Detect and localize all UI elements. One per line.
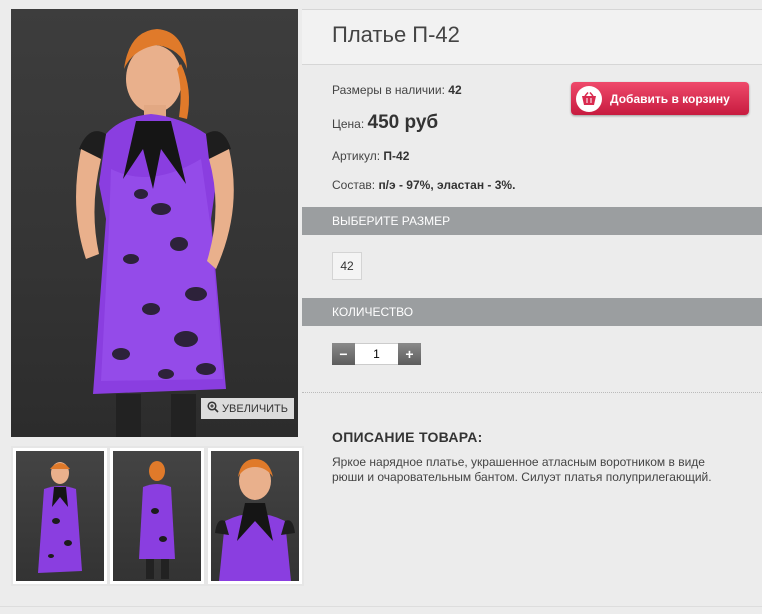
quantity-section-header: КОЛИЧЕСТВО [302, 298, 762, 326]
sizes-in-stock: Размеры в наличии: 42 [332, 83, 462, 97]
quantity-plus-button[interactable]: + [398, 343, 421, 365]
size-section-header: ВЫБЕРИТЕ РАЗМЕР [302, 207, 762, 235]
sizes-value: 42 [448, 83, 462, 97]
description-text: Яркое нарядное платье, украшенное атласн… [332, 455, 712, 484]
main-product-photo[interactable]: УВЕЛИЧИТЬ [11, 9, 298, 437]
add-to-cart-button[interactable]: Добавить в корзину [571, 82, 749, 115]
quantity-input[interactable] [355, 343, 398, 365]
thumbnail-2[interactable] [108, 446, 206, 586]
zoom-button[interactable]: УВЕЛИЧИТЬ [201, 398, 294, 419]
sizes-label: Размеры в наличии: [332, 83, 445, 97]
page-title: Платье П-42 [332, 22, 460, 47]
composition-row: Состав: п/э - 97%, эластан - 3%. [332, 178, 515, 192]
zoom-label: УВЕЛИЧИТЬ [222, 402, 288, 415]
quantity-stepper: − + [332, 343, 421, 365]
price-value: 450 руб [367, 112, 439, 133]
composition-label: Состав: [332, 178, 376, 192]
product-info-panel: Платье П-42 Размеры в наличии: 42 Цена: … [302, 9, 762, 484]
price-label: Цена: [332, 117, 365, 131]
thumbnail-1[interactable] [11, 446, 109, 586]
dress-photo-illustration [76, 29, 234, 437]
size-option-42[interactable]: 42 [332, 252, 362, 280]
basket-icon [576, 85, 602, 112]
add-to-cart-label: Добавить в корзину [610, 91, 730, 106]
price-row: Цена: 450 руб [332, 112, 438, 134]
magnifier-plus-icon [207, 401, 219, 416]
thumbnail-3[interactable] [206, 446, 304, 586]
quantity-minus-button[interactable]: − [332, 343, 355, 365]
footer-divider [0, 606, 762, 607]
description-heading: ОПИСАНИЕ ТОВАРА: [332, 429, 483, 445]
divider [302, 392, 762, 393]
article-label: Артикул: [332, 149, 381, 163]
thumbnail-strip [11, 446, 304, 586]
composition-value: п/э - 97%, эластан - 3%. [378, 178, 516, 192]
article-value: П-42 [383, 149, 410, 163]
article-row: Артикул: П-42 [332, 149, 409, 163]
